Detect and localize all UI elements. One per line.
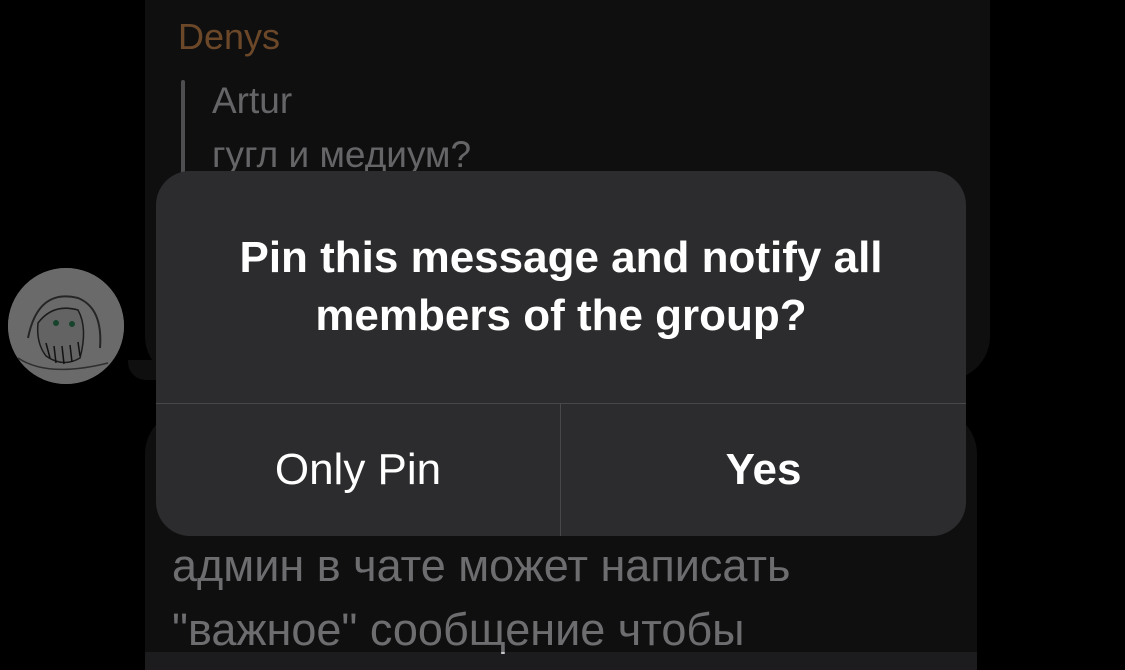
pin-alert-dialog: Pin this message and notify all members … [156,171,966,536]
only-pin-button[interactable]: Only Pin [156,404,560,536]
yes-button[interactable]: Yes [561,404,966,536]
alert-title: Pin this message and notify all members … [239,233,883,340]
